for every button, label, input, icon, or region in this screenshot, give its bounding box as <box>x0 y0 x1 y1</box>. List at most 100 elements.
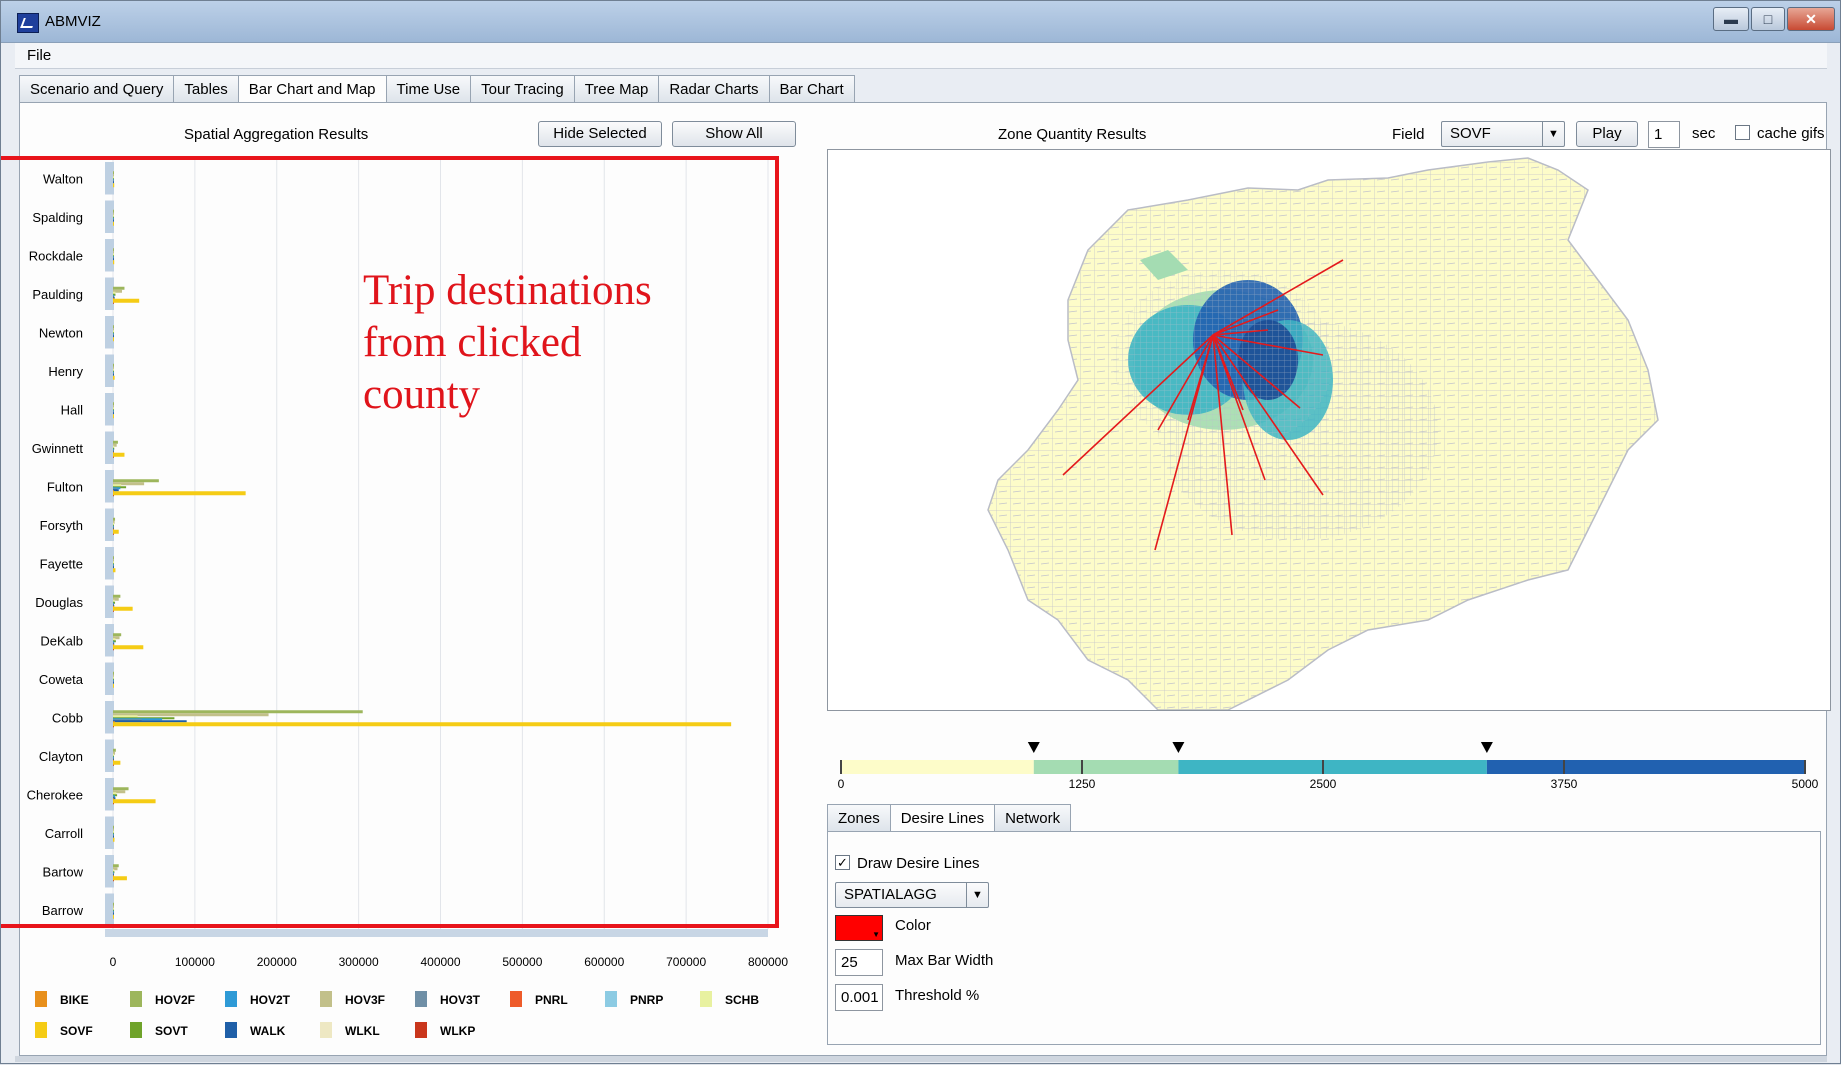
bar-walk <box>113 373 114 376</box>
bar-walk <box>113 181 114 184</box>
bar-schb <box>113 676 114 679</box>
bar-schb <box>113 253 114 256</box>
bar-walk <box>113 335 114 338</box>
cache-gifs-checkbox[interactable] <box>1735 125 1750 140</box>
chevron-down-icon: ▼ <box>966 883 988 907</box>
bar-schb <box>113 330 114 333</box>
legend-label: HOV3T <box>440 993 481 1007</box>
bar-hov2f <box>113 748 116 752</box>
category-strip <box>105 162 114 195</box>
bar-sovf <box>113 529 119 534</box>
cache-gifs-label: cache gifs <box>1757 125 1825 142</box>
category-strip <box>105 547 114 580</box>
category-label: Bartow <box>43 864 84 879</box>
category-strip <box>105 816 114 849</box>
max-bar-width-input[interactable]: 25 <box>835 949 883 976</box>
bar-hov2f <box>113 787 129 791</box>
annotation-text: Trip destinations from clicked county <box>363 267 652 418</box>
bar-hov2f <box>113 671 114 675</box>
subtab-desire-lines[interactable]: Desire Lines <box>889 804 996 832</box>
category-label: Hall <box>61 402 84 417</box>
desire-layer-select[interactable]: SPATIALAGG ▼ <box>835 882 989 908</box>
legend-label: WLKP <box>440 1024 475 1038</box>
bar-walk <box>113 566 114 569</box>
subtab-zones[interactable]: Zones <box>827 804 891 832</box>
subtab-network[interactable]: Network <box>994 804 1072 832</box>
legend-swatch <box>225 991 237 1007</box>
threshold-label: Threshold % <box>895 987 980 1004</box>
break-marker-icon <box>1027 742 1040 753</box>
bar-walk <box>113 258 114 261</box>
x-tick-label: 800000 <box>748 955 788 969</box>
checkmark-icon: ✓ <box>837 855 848 870</box>
close-button[interactable]: ✕ <box>1787 7 1835 31</box>
category-strip <box>105 200 114 233</box>
spatial-aggregation-bar-chart[interactable]: 0 100000 200000 300000 400000 500000 600000 700… <box>1 1 821 1065</box>
category-strip <box>105 316 114 349</box>
field-select[interactable]: SOVF ▼ <box>1441 121 1565 147</box>
category-strip <box>105 431 114 464</box>
scale-tick-label: 1250 <box>1069 777 1096 791</box>
bar-sovf <box>113 760 121 765</box>
zone-map[interactable] <box>827 149 1831 711</box>
bar-schb <box>113 368 114 371</box>
zone-map-canvas[interactable] <box>828 150 1831 711</box>
bar-schb <box>113 407 114 410</box>
color-picker[interactable]: ▼ <box>835 915 883 941</box>
app-window: ABMVIZ ▬ □ ✕ File Scenario and Query Tabl… <box>0 0 1841 1064</box>
category-label: Clayton <box>39 749 83 764</box>
category-label: Cherokee <box>27 787 83 802</box>
category-label: Spalding <box>32 210 83 225</box>
x-tick-label: 700000 <box>666 955 706 969</box>
threshold-input[interactable]: 0.001 <box>835 984 883 1011</box>
bar-hov2f <box>113 286 125 290</box>
category-strip <box>105 393 114 426</box>
legend-label: HOV2F <box>155 993 195 1007</box>
play-button[interactable]: Play <box>1576 121 1638 147</box>
category-strip <box>105 893 114 926</box>
category-label: Barrow <box>42 903 84 918</box>
color-scale-legend: 0 1250 2500 3750 5000 <box>838 742 1819 791</box>
dropdown-triangle-icon: ▼ <box>872 930 880 939</box>
maximize-button[interactable]: □ <box>1751 7 1785 31</box>
bar-sovf <box>113 260 115 265</box>
bar-hov2f <box>113 902 114 906</box>
minimize-button[interactable]: ▬ <box>1713 7 1749 31</box>
bar-schb <box>113 830 114 833</box>
bar-walk <box>113 219 114 222</box>
max-bar-width-label: Max Bar Width <box>895 952 994 969</box>
category-strip <box>105 624 114 657</box>
bar-walk <box>113 412 114 415</box>
legend-swatch <box>130 1022 142 1038</box>
seconds-label: sec <box>1692 125 1716 142</box>
bar-schb <box>113 561 114 564</box>
field-label: Field <box>1392 126 1425 143</box>
bar-hov2f <box>113 171 114 175</box>
bar-hov2f <box>113 440 118 444</box>
bar-hov2f <box>113 825 114 829</box>
category-strip <box>105 855 114 888</box>
seconds-input[interactable]: 1 <box>1648 121 1680 148</box>
bar-sovf <box>113 683 114 688</box>
scale-tick-label: 3750 <box>1551 777 1578 791</box>
bar-schb <box>113 599 115 602</box>
x-tick-label: 400000 <box>420 955 460 969</box>
x-tick-label: 200000 <box>257 955 297 969</box>
draw-desire-lines-checkbox[interactable]: ✓ <box>835 855 850 870</box>
category-strip <box>105 508 114 541</box>
legend-swatch <box>415 1022 427 1038</box>
category-label: Walton <box>43 171 83 186</box>
legend-swatch <box>320 991 332 1007</box>
legend-label: HOV3F <box>345 993 385 1007</box>
bar-schb <box>113 484 122 487</box>
bar-sovf <box>113 799 156 804</box>
category-strip <box>105 662 114 695</box>
map-subtab-bar: Zones Desire Lines Network <box>827 804 1072 832</box>
legend-label: HOV2T <box>250 993 291 1007</box>
color-label: Color <box>895 917 931 934</box>
scale-segment <box>1178 760 1487 774</box>
category-label: Douglas <box>35 595 83 610</box>
bar-sovf <box>113 722 732 727</box>
bar-schb <box>113 792 117 795</box>
scale-tick-label: 0 <box>838 777 845 791</box>
